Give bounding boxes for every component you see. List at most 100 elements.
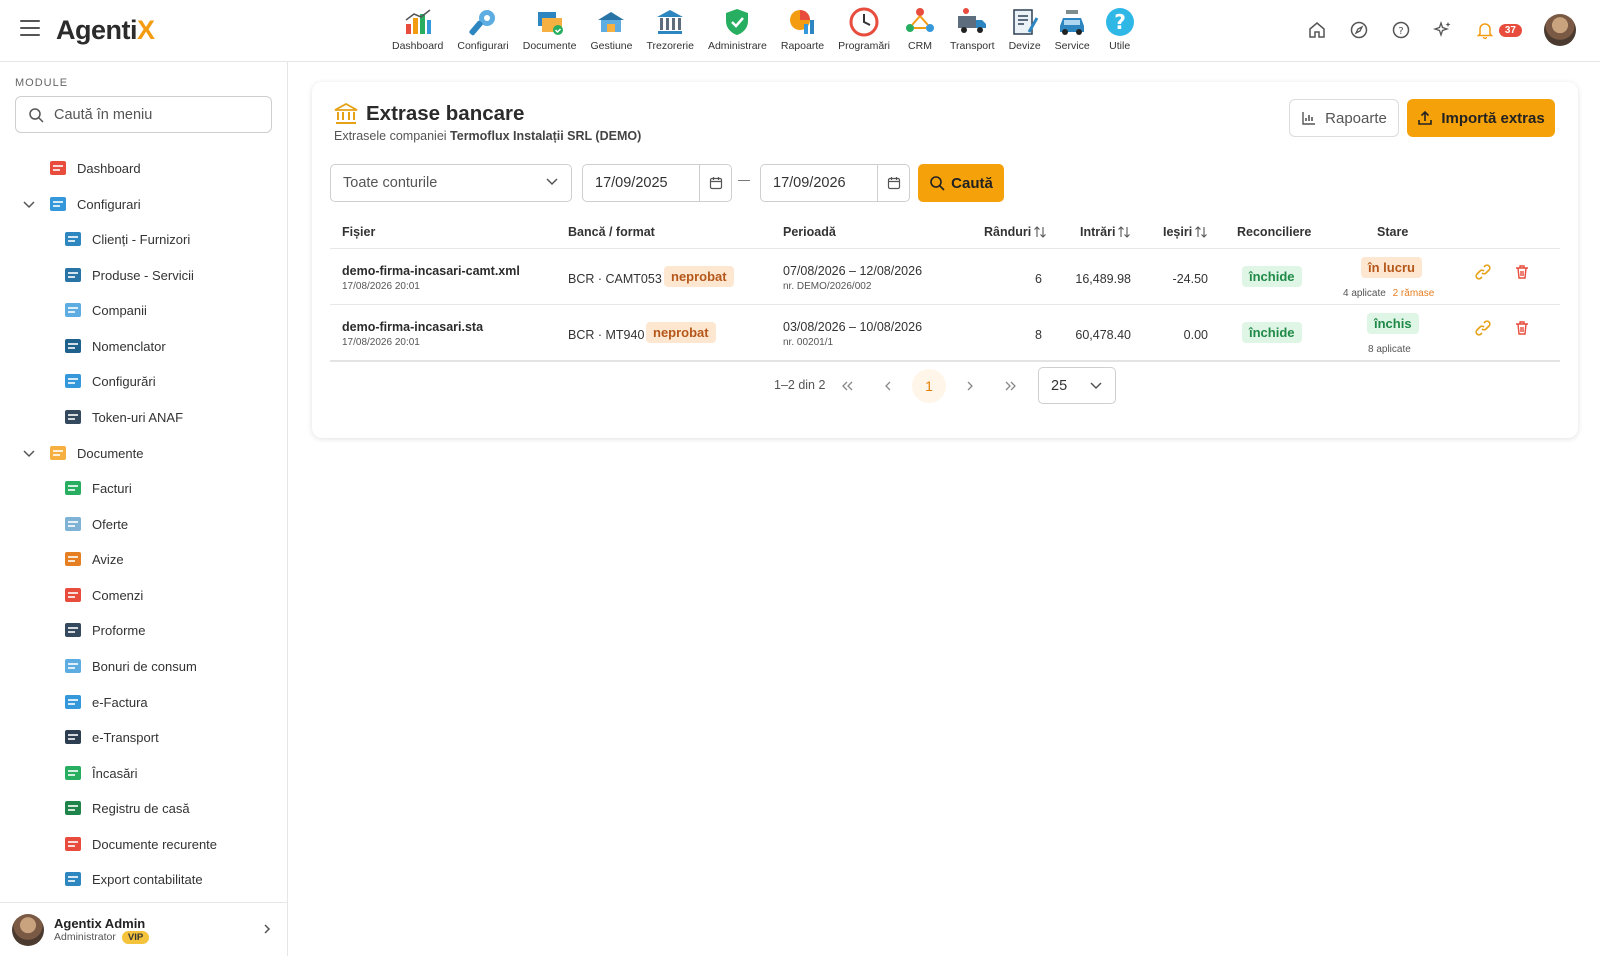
- row2-link-icon[interactable]: [1475, 320, 1491, 336]
- menu-item-icon: [65, 481, 81, 495]
- module-service[interactable]: Service: [1055, 6, 1090, 52]
- sidebar-item[interactable]: Clienți - Furnizori: [63, 229, 190, 249]
- row1-reconcile-button[interactable]: închide: [1242, 266, 1302, 287]
- module-devize[interactable]: Devize: [1009, 6, 1041, 52]
- sparkle-icon[interactable]: [1432, 20, 1453, 40]
- sidebar-item-label: Bonuri de consum: [92, 658, 197, 674]
- menu-item-icon: [65, 837, 81, 851]
- car-icon: [1060, 10, 1085, 35]
- row1-link-icon[interactable]: [1475, 264, 1491, 280]
- sort-icon: [1034, 226, 1047, 238]
- page-size-select[interactable]: 25: [1038, 367, 1116, 404]
- sidebar-item[interactable]: Proforme: [63, 620, 145, 640]
- sidebar-item[interactable]: Configurări: [63, 371, 156, 391]
- menu-item-icon: [65, 374, 81, 388]
- help-circle-icon[interactable]: ?: [1391, 20, 1411, 40]
- module-programari[interactable]: Programări: [838, 6, 890, 52]
- sidebar-item[interactable]: Comenzi: [63, 585, 143, 605]
- chevron-left-icon: [885, 381, 891, 391]
- menu-item-icon: [65, 410, 81, 424]
- date-from-field[interactable]: 17/09/2025: [582, 164, 732, 202]
- module-documente[interactable]: Documente: [523, 6, 576, 52]
- sidebar-item-label: Avize: [92, 551, 124, 567]
- warehouse-icon: [598, 12, 625, 32]
- module-rapoarte[interactable]: Rapoarte: [781, 6, 824, 52]
- chevron-right-icon: [967, 381, 973, 391]
- user-avatar[interactable]: [1544, 14, 1576, 46]
- module-trezorerie[interactable]: Trezorerie: [646, 6, 694, 52]
- date-to-field[interactable]: 17/09/2026: [760, 164, 910, 202]
- row1-delete-icon[interactable]: [1514, 264, 1530, 280]
- sidebar-item[interactable]: Registru de casă: [63, 798, 190, 818]
- compass-icon[interactable]: [1349, 20, 1369, 40]
- sidebar-user[interactable]: Agentix Admin Administrator VIP: [0, 902, 288, 956]
- sidebar-item[interactable]: Bonuri de consum: [63, 656, 197, 676]
- sidebar-item[interactable]: Documente recurente: [63, 834, 217, 854]
- menu-item-icon: [65, 872, 81, 886]
- sidebar-item[interactable]: e-Factura: [63, 692, 148, 712]
- menu-item-icon: [50, 446, 66, 460]
- row2-file[interactable]: demo-firma-incasari.sta: [342, 320, 483, 334]
- date-from-calendar[interactable]: [699, 165, 731, 201]
- module-gestiune[interactable]: Gestiune: [590, 6, 632, 52]
- row1-file[interactable]: demo-firma-incasari-camt.xml: [342, 264, 520, 278]
- sidebar-item-label: Documente recurente: [92, 836, 218, 852]
- sidebar-item[interactable]: Token-uri ANAF: [63, 407, 183, 427]
- menu-search-input[interactable]: [54, 106, 254, 123]
- module-crm[interactable]: CRM: [904, 6, 936, 52]
- col-rows-header[interactable]: Rânduri: [984, 225, 1047, 239]
- estimate-icon: [1012, 9, 1038, 35]
- last-page-button[interactable]: [999, 374, 1023, 398]
- col-out-header[interactable]: Ieșiri: [1163, 225, 1208, 239]
- module-administrare[interactable]: Administrare: [708, 6, 767, 52]
- sidebar-item-label: Configurări: [92, 373, 156, 389]
- import-statement-button[interactable]: Importă extras: [1407, 99, 1555, 137]
- date-to-calendar[interactable]: [877, 165, 909, 201]
- prev-page-button[interactable]: [876, 374, 900, 398]
- truck-icon: [958, 8, 987, 33]
- col-bank-header: Bancă / format: [568, 225, 655, 239]
- module-transport[interactable]: Transport: [950, 6, 995, 52]
- module-dashboard[interactable]: Dashboard: [392, 6, 443, 52]
- sidebar-item[interactable]: Nomenclator: [63, 336, 166, 356]
- sidebar-item-label: Clienți - Furnizori: [92, 231, 191, 247]
- reports-button[interactable]: Rapoarte: [1289, 99, 1399, 137]
- menu-search[interactable]: [15, 96, 272, 133]
- sidebar-item[interactable]: Produse - Servicii: [63, 265, 194, 285]
- current-page-button[interactable]: 1: [912, 369, 946, 403]
- first-page-button[interactable]: [835, 374, 859, 398]
- module-utile[interactable]: ? Utile: [1104, 6, 1136, 52]
- col-in-header[interactable]: Intrări: [1080, 225, 1131, 239]
- module-configurari[interactable]: Configurari: [457, 6, 509, 52]
- sidebar-item[interactable]: Încasări: [63, 763, 138, 783]
- sidebar-item-label: Token-uri ANAF: [92, 409, 184, 425]
- sidebar: MODULE Dashboard Configurari Clienți - Fur…: [0, 62, 288, 956]
- chevron-down-icon: [546, 178, 558, 186]
- sidebar-item[interactable]: e-Transport: [63, 727, 159, 747]
- menu-toggle-icon[interactable]: [20, 20, 40, 36]
- sidebar-item[interactable]: Oferte: [63, 514, 128, 534]
- menu-item-icon: [65, 517, 81, 531]
- row2-reconcile-button[interactable]: închide: [1242, 322, 1302, 343]
- bank-statements-card: Extrase bancare Extrasele companiei Term…: [312, 82, 1578, 438]
- account-select[interactable]: Toate conturile: [330, 164, 572, 202]
- home-icon[interactable]: [1307, 20, 1327, 40]
- notifications[interactable]: 37: [1475, 20, 1522, 40]
- sidebar-item[interactable]: Dashboard: [48, 158, 141, 178]
- menu-item-icon: [65, 659, 81, 673]
- sidebar-item-label: Companii: [92, 302, 147, 318]
- row1-in: 16,489.98: [1075, 272, 1131, 286]
- menu-item-icon: [65, 339, 81, 353]
- sidebar-item[interactable]: Companii: [63, 300, 147, 320]
- search-button[interactable]: Caută: [918, 164, 1004, 202]
- wrench-icon: [469, 10, 496, 36]
- sidebar-item[interactable]: Export contabilitate: [63, 869, 203, 889]
- sidebar-item[interactable]: Avize: [63, 549, 124, 569]
- row2-delete-icon[interactable]: [1514, 320, 1530, 336]
- sidebar-item[interactable]: Documente: [22, 443, 143, 463]
- sidebar-item[interactable]: Facturi: [63, 478, 132, 498]
- app-logo[interactable]: AgentiX: [56, 15, 155, 46]
- sidebar-item[interactable]: Configurari: [22, 194, 141, 214]
- sidebar-item-label: Registru de casă: [92, 800, 190, 816]
- next-page-button[interactable]: [958, 374, 982, 398]
